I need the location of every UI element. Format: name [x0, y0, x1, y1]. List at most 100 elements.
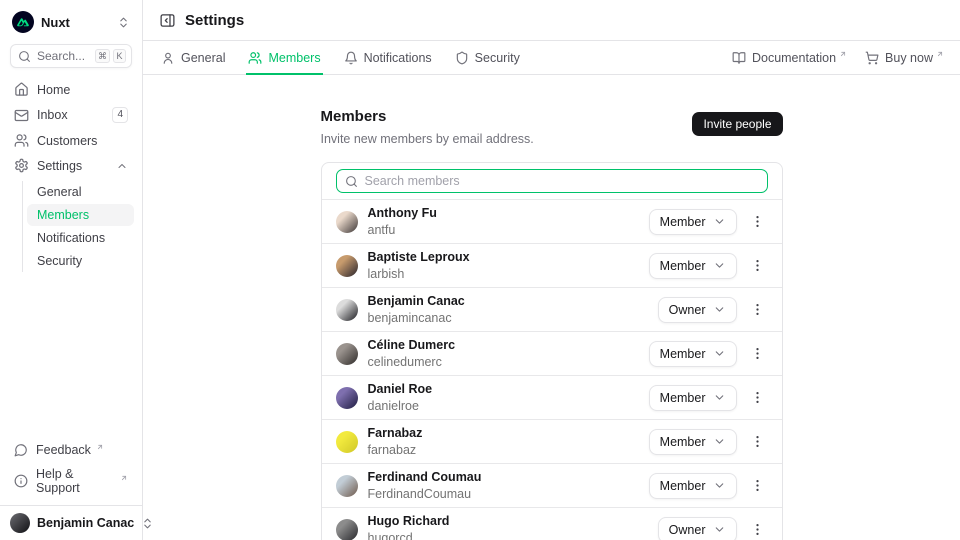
- footer-link-label: Feedback: [36, 443, 91, 457]
- user-avatar: [10, 513, 30, 533]
- member-row: Benjamin Canac benjamincanac Owner: [322, 287, 782, 331]
- inbox-count-badge: 4: [112, 107, 128, 123]
- chevron-down-icon: [713, 523, 726, 536]
- search-icon: [18, 50, 31, 63]
- buy-now-link[interactable]: Buy now: [865, 51, 944, 65]
- member-actions-button[interactable]: [747, 256, 768, 275]
- tab-notifications[interactable]: Notifications: [342, 41, 434, 74]
- member-row: Daniel Roe danielroe Member: [322, 375, 782, 419]
- tab-general[interactable]: General: [159, 41, 227, 74]
- nuxt-logo-icon: [12, 11, 34, 33]
- tab-label: Members: [268, 51, 320, 65]
- sidebar-item-members[interactable]: Members: [27, 204, 134, 226]
- member-username: farnabaz: [368, 443, 423, 457]
- sidebar-nav: Home Inbox 4 Customers Settings Genera: [8, 78, 134, 274]
- main-area: Settings General Members Notifications: [143, 0, 960, 540]
- member-username: antfu: [368, 223, 437, 237]
- search-icon: [345, 175, 358, 188]
- member-row: Anthony Fu antfu Member: [322, 199, 782, 243]
- chevron-up-icon: [116, 160, 128, 172]
- header-links: Documentation Buy now: [732, 41, 944, 74]
- inbox-icon: [14, 108, 29, 123]
- member-avatar: [336, 475, 358, 497]
- sidebar-item-home[interactable]: Home: [8, 78, 134, 101]
- chevron-down-icon: [713, 347, 726, 360]
- member-role-select[interactable]: Member: [649, 253, 737, 279]
- kbd-k: K: [113, 49, 126, 63]
- users-icon: [248, 51, 262, 65]
- sidebar-item-label: Inbox: [37, 108, 68, 122]
- members-search-input[interactable]: [365, 174, 759, 188]
- member-role-value: Member: [660, 215, 706, 229]
- member-role-value: Owner: [669, 523, 706, 537]
- member-name: Baptiste Leproux: [368, 250, 470, 264]
- external-link-icon: [839, 50, 847, 58]
- sidebar-item-settings[interactable]: Settings: [8, 154, 134, 177]
- sidebar-item-customers[interactable]: Customers: [8, 129, 134, 152]
- sidebar-item-notifications[interactable]: Notifications: [27, 227, 134, 249]
- member-actions-button[interactable]: [747, 520, 768, 539]
- chevron-down-icon: [713, 435, 726, 448]
- member-role-value: Member: [660, 259, 706, 273]
- member-row: Farnabaz farnabaz Member: [322, 419, 782, 463]
- member-role-select[interactable]: Member: [649, 341, 737, 367]
- member-row: Céline Dumerc celinedumerc Member: [322, 331, 782, 375]
- tab-members[interactable]: Members: [246, 41, 322, 74]
- member-username: danielroe: [368, 399, 433, 413]
- member-actions-button[interactable]: [747, 212, 768, 231]
- member-avatar: [336, 343, 358, 365]
- feedback-link[interactable]: Feedback: [8, 439, 134, 461]
- sidebar-item-security[interactable]: Security: [27, 250, 134, 272]
- users-icon: [14, 133, 29, 148]
- member-role-value: Owner: [669, 303, 706, 317]
- help-support-link[interactable]: Help & Support: [8, 463, 134, 499]
- member-role-select[interactable]: Member: [649, 429, 737, 455]
- content: Members Invite new members by email addr…: [143, 75, 960, 540]
- page-header: Settings: [143, 0, 960, 41]
- gear-icon: [14, 158, 29, 173]
- sidebar-item-general[interactable]: General: [27, 181, 134, 203]
- section-description: Invite new members by email address.: [321, 132, 534, 146]
- member-row: Ferdinand Coumau FerdinandCoumau Member: [322, 463, 782, 507]
- member-role-select[interactable]: Member: [649, 209, 737, 235]
- members-section-header: Members Invite new members by email addr…: [321, 108, 783, 146]
- member-role-select[interactable]: Member: [649, 473, 737, 499]
- external-link-icon: [96, 443, 104, 451]
- member-username: benjamincanac: [368, 311, 465, 325]
- member-actions-button[interactable]: [747, 476, 768, 495]
- chevron-down-icon: [713, 391, 726, 404]
- member-role-value: Member: [660, 347, 706, 361]
- sidebar-item-inbox[interactable]: Inbox 4: [8, 103, 134, 127]
- members-card: Anthony Fu antfu Member Baptiste Leproux…: [321, 162, 783, 540]
- member-actions-button[interactable]: [747, 300, 768, 319]
- user-menu-button[interactable]: Benjamin Canac: [10, 513, 132, 533]
- member-role-select[interactable]: Owner: [658, 297, 737, 323]
- tabs: General Members Notifications Security: [159, 41, 522, 74]
- external-link-icon: [936, 50, 944, 58]
- sidebar-search-button[interactable]: Search... ⌘ K: [10, 44, 132, 68]
- member-actions-button[interactable]: [747, 344, 768, 363]
- member-role-select[interactable]: Member: [649, 385, 737, 411]
- member-role-select[interactable]: Owner: [658, 517, 737, 540]
- invite-people-button[interactable]: Invite people: [692, 112, 782, 136]
- shield-icon: [455, 51, 469, 65]
- member-actions-button[interactable]: [747, 388, 768, 407]
- member-actions-button[interactable]: [747, 432, 768, 451]
- tab-security[interactable]: Security: [453, 41, 522, 74]
- member-name: Ferdinand Coumau: [368, 470, 482, 484]
- sidebar-spacer: [8, 274, 134, 439]
- sidebar-item-label: Settings: [37, 159, 82, 173]
- member-avatar: [336, 519, 358, 540]
- chevron-down-icon: [713, 215, 726, 228]
- header-link-label: Documentation: [752, 51, 836, 65]
- member-role-value: Member: [660, 479, 706, 493]
- member-avatar: [336, 211, 358, 233]
- member-avatar: [336, 255, 358, 277]
- collapse-sidebar-icon[interactable]: [159, 12, 176, 29]
- member-name: Hugo Richard: [368, 514, 450, 528]
- documentation-link[interactable]: Documentation: [732, 51, 847, 65]
- book-icon: [732, 51, 746, 65]
- team-switcher[interactable]: Nuxt: [8, 9, 134, 44]
- member-avatar: [336, 299, 358, 321]
- info-icon: [14, 474, 28, 488]
